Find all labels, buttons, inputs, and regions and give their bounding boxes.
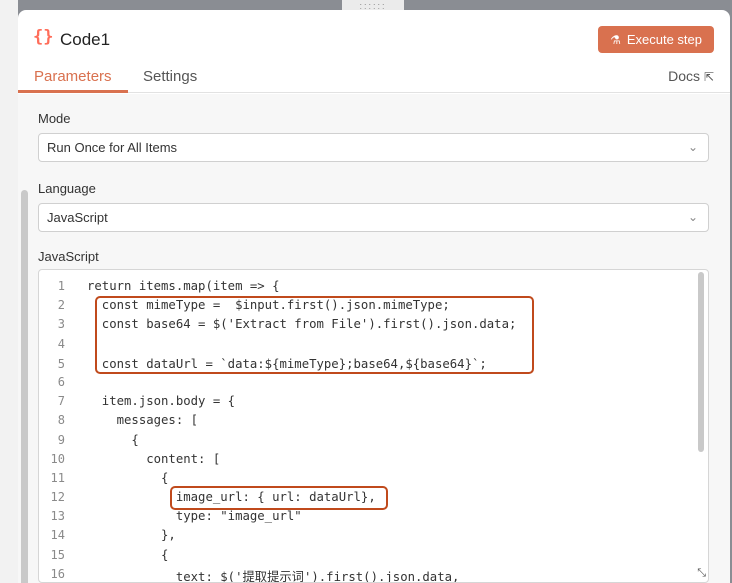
docs-label: Docs (668, 68, 701, 84)
active-tab-indicator (18, 90, 128, 93)
line-number: 8 (57, 413, 65, 427)
line-number: 14 (50, 528, 65, 542)
line-number: 10 (50, 452, 65, 466)
flask-icon: ⚗ (610, 32, 621, 47)
highlight-box-image-url (170, 486, 388, 510)
line-number: 9 (57, 433, 65, 447)
mode-label: Mode (38, 111, 71, 126)
line-number: 12 (50, 490, 65, 504)
line-number: 16 (50, 567, 65, 581)
code-line[interactable]: messages: [ (87, 413, 198, 427)
node-panel: {} Code1 ⚗ Execute step Parameters Setti… (18, 10, 730, 583)
parameters-content: Mode Run Once for All Items ⌄ Language J… (18, 94, 730, 583)
docs-link[interactable]: Docs ⇱ (668, 68, 714, 84)
code-line[interactable]: content: [ (87, 452, 220, 466)
resize-icon[interactable]: ⤡ (697, 566, 706, 580)
code-label: JavaScript (38, 249, 99, 264)
line-number: 13 (50, 509, 65, 523)
tab-settings[interactable]: Settings (143, 68, 197, 93)
tab-bar: Parameters Settings Docs ⇱ (18, 68, 730, 93)
chevron-down-icon: ⌄ (687, 140, 698, 154)
line-number-gutter: 1 2 3 4 5 6 7 8 9 10 11 12 13 14 15 16 (39, 270, 79, 582)
execute-step-button[interactable]: ⚗ Execute step (598, 26, 714, 53)
line-number: 4 (57, 337, 65, 351)
line-number: 3 (57, 317, 65, 331)
chevron-down-icon: ⌄ (687, 210, 698, 224)
mode-select[interactable]: Run Once for All Items ⌄ (38, 133, 709, 162)
language-label: Language (38, 181, 96, 196)
code-line[interactable]: { (87, 471, 168, 485)
panel-scrollbar-thumb[interactable] (21, 190, 28, 583)
external-link-icon: ⇱ (703, 70, 714, 84)
panel-scrollbar[interactable] (18, 182, 32, 583)
canvas-background (0, 0, 18, 583)
code-editor[interactable]: 1 2 3 4 5 6 7 8 9 10 11 12 13 14 15 16 r… (38, 269, 709, 583)
code-line[interactable]: { (87, 433, 138, 447)
highlight-box-variables (95, 296, 534, 374)
language-value: JavaScript (47, 210, 108, 225)
execute-step-label: Execute step (626, 32, 702, 47)
line-number: 6 (57, 375, 65, 389)
code-line[interactable]: type: "image_url" (87, 509, 302, 523)
code-line[interactable]: return items.map(item => { (87, 279, 280, 293)
line-number: 5 (57, 357, 65, 371)
language-select[interactable]: JavaScript ⌄ (38, 203, 709, 232)
line-number: 2 (57, 298, 65, 312)
mode-value: Run Once for All Items (47, 140, 178, 155)
node-title[interactable]: Code1 (60, 30, 110, 50)
code-line[interactable]: item.json.body = { (87, 394, 235, 408)
line-number: 7 (57, 394, 65, 408)
line-number: 15 (50, 548, 65, 562)
line-number: 1 (57, 279, 65, 293)
panel-header: {} Code1 ⚗ Execute step (18, 10, 730, 68)
code-line[interactable]: { (87, 548, 168, 562)
code-line[interactable]: }, (87, 528, 176, 542)
editor-scrollbar-thumb[interactable] (698, 272, 704, 452)
code-line[interactable]: text: $('提取提示词').first().json.data, (87, 567, 460, 582)
code-braces-icon: {} (33, 27, 54, 47)
line-number: 11 (50, 471, 65, 485)
editor-scrollbar[interactable] (696, 272, 706, 567)
